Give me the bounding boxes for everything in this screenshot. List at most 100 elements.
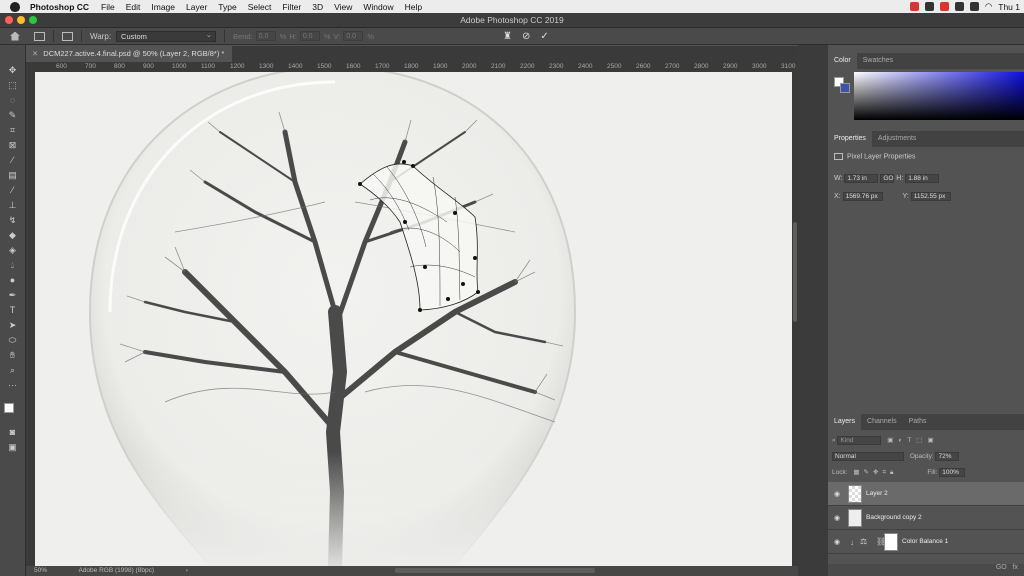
status-app-icon[interactable]	[909, 2, 919, 11]
x-input[interactable]: 1569.76 px	[842, 192, 883, 201]
bg-swatch[interactable]	[840, 83, 850, 93]
menu-layer[interactable]: Layer	[186, 2, 207, 12]
more-tools-icon[interactable]: ···	[6, 380, 19, 391]
visibility-eye-icon[interactable]: ◉	[834, 490, 840, 498]
tab-color[interactable]: Color	[828, 53, 857, 69]
menu-image[interactable]: Image	[151, 2, 175, 12]
fill-input[interactable]: 100%	[939, 468, 966, 477]
apple-icon[interactable]	[10, 1, 20, 12]
canvas[interactable]	[35, 72, 792, 566]
horizontal-scrollbar[interactable]	[395, 568, 595, 573]
menu-help[interactable]: Help	[405, 2, 422, 12]
width-input[interactable]: 1.73 in	[844, 174, 879, 183]
healing-brush-icon[interactable]: ▤	[6, 170, 19, 181]
puppet-icon[interactable]: ♜	[503, 31, 512, 42]
close-window-icon[interactable]	[5, 16, 13, 24]
brush-tool-icon[interactable]: ⁄	[6, 185, 19, 196]
status-app-icon[interactable]	[924, 2, 934, 11]
tab-swatches[interactable]: Swatches	[857, 53, 899, 69]
status-app-icon[interactable]	[954, 2, 964, 11]
foreground-color-swatch[interactable]	[4, 403, 14, 413]
link-icon[interactable]: GO	[880, 174, 895, 183]
bend-input[interactable]: 0.0	[255, 31, 276, 41]
layer-row[interactable]: ◉ Background copy 2	[828, 506, 1024, 530]
h-input[interactable]: 0.0	[299, 31, 320, 41]
menu-window[interactable]: Window	[363, 2, 393, 12]
layer-name[interactable]: Layer 2	[866, 490, 888, 497]
menu-3d[interactable]: 3D	[312, 2, 323, 12]
warp-tool-icon[interactable]	[34, 31, 45, 41]
wifi-icon[interactable]: ◠	[985, 1, 992, 12]
kind-select[interactable]: Kind	[837, 436, 882, 445]
menu-filter[interactable]: Filter	[282, 2, 301, 12]
cancel-transform-icon[interactable]: ⊘	[522, 31, 530, 42]
tab-paths[interactable]: Paths	[903, 414, 933, 430]
hand-tool-icon[interactable]: ✋︎	[6, 350, 19, 361]
height-input[interactable]: 1.88 in	[905, 174, 940, 183]
home-icon[interactable]	[10, 31, 20, 41]
zoom-window-icon[interactable]	[29, 16, 37, 24]
lock-icons[interactable]: ▦✎✥⌗🔒︎	[853, 469, 897, 476]
move-tool-icon[interactable]: ✥	[6, 65, 19, 76]
menu-file[interactable]: File	[101, 2, 115, 12]
color-picker-field[interactable]	[854, 72, 1024, 120]
filter-kind[interactable]: ⌕ Kind ▣◐T⬚▣	[832, 436, 939, 445]
zoom-level[interactable]: 50%	[34, 567, 47, 574]
tab-channels[interactable]: Channels	[861, 414, 903, 430]
visibility-eye-icon[interactable]: ◉	[834, 514, 840, 522]
pen-tool-icon[interactable]: ✒︎	[6, 290, 19, 301]
layer-row[interactable]: ◉ Layer 2	[828, 482, 1024, 506]
visibility-eye-icon[interactable]: ◉	[834, 538, 840, 546]
marquee-tool-icon[interactable]: ⬚	[6, 80, 19, 91]
magic-wand-icon[interactable]: ✎	[6, 110, 19, 121]
v-input[interactable]: 0.0	[343, 31, 364, 41]
history-brush-icon[interactable]: ↯	[6, 215, 19, 226]
y-input[interactable]: 1152.55 px	[910, 192, 951, 201]
clone-stamp-icon[interactable]: ⊥	[6, 200, 19, 211]
eyedropper-icon[interactable]: ⁄	[6, 155, 19, 166]
document-tab[interactable]: ✕ DCM227.active.4.final.psd @ 50% (Layer …	[26, 46, 233, 62]
grid-toggle-icon[interactable]	[62, 31, 73, 41]
blend-mode-select[interactable]: Normal	[832, 452, 904, 461]
blur-tool-icon[interactable]: 💧︎	[6, 260, 19, 271]
opacity-input[interactable]: 72%	[935, 452, 960, 461]
vertical-ruler[interactable]	[26, 72, 35, 566]
app-menu[interactable]: Photoshop CC	[30, 2, 89, 12]
crop-tool-icon[interactable]: ⌗	[6, 125, 19, 136]
menu-type[interactable]: Type	[218, 2, 236, 12]
minimize-window-icon[interactable]	[17, 16, 25, 24]
lasso-tool-icon[interactable]: ◌	[6, 95, 19, 106]
commit-transform-icon[interactable]: ✓	[540, 31, 548, 42]
canvas-image[interactable]	[35, 72, 792, 566]
warp-select[interactable]: Custom	[116, 30, 217, 42]
status-app-icon[interactable]	[969, 2, 979, 11]
fx-icon[interactable]: fx	[1013, 564, 1018, 571]
horizontal-ruler[interactable]: 600 700 800 900 1000 1100 1200 1300 1400 1500 1600…	[26, 62, 798, 72]
eraser-icon[interactable]: ◆	[6, 230, 19, 241]
tab-layers[interactable]: Layers	[828, 414, 862, 430]
close-tab-icon[interactable]: ✕	[32, 49, 38, 58]
scroll-thumb[interactable]	[793, 222, 797, 322]
tab-adjustments[interactable]: Adjustments	[872, 131, 923, 147]
menu-view[interactable]: View	[334, 2, 352, 12]
tab-properties[interactable]: Properties	[828, 131, 872, 147]
menu-select[interactable]: Select	[248, 2, 272, 12]
path-selection-icon[interactable]: ➤	[6, 320, 19, 331]
quick-mask-icon[interactable]: ◙	[6, 427, 19, 438]
status-menu-arrow[interactable]: ›	[186, 567, 188, 574]
layer-name[interactable]: Background copy 2	[866, 514, 922, 521]
shape-tool-icon[interactable]: ⬭	[6, 335, 19, 346]
layer-name[interactable]: Color Balance 1	[902, 538, 948, 545]
link-layers-icon[interactable]: GO	[996, 564, 1007, 571]
layer-row[interactable]: ◉ ↓ ⚖︎ ⛓︎ Color Balance 1	[828, 530, 1024, 554]
type-tool-icon[interactable]: T	[6, 305, 19, 316]
clock[interactable]: Thu 1	[998, 2, 1020, 12]
frame-tool-icon[interactable]: ⊠	[6, 140, 19, 151]
paint-bucket-icon[interactable]: ◈	[6, 245, 19, 256]
status-app-icon[interactable]	[939, 2, 949, 11]
zoom-tool-icon[interactable]: ⌕	[6, 365, 19, 376]
filter-icons[interactable]: ▣◐T⬚▣	[887, 437, 938, 444]
dodge-tool-icon[interactable]: ●	[6, 275, 19, 286]
menu-edit[interactable]: Edit	[126, 2, 141, 12]
screen-mode-icon[interactable]: ▣	[6, 442, 19, 453]
